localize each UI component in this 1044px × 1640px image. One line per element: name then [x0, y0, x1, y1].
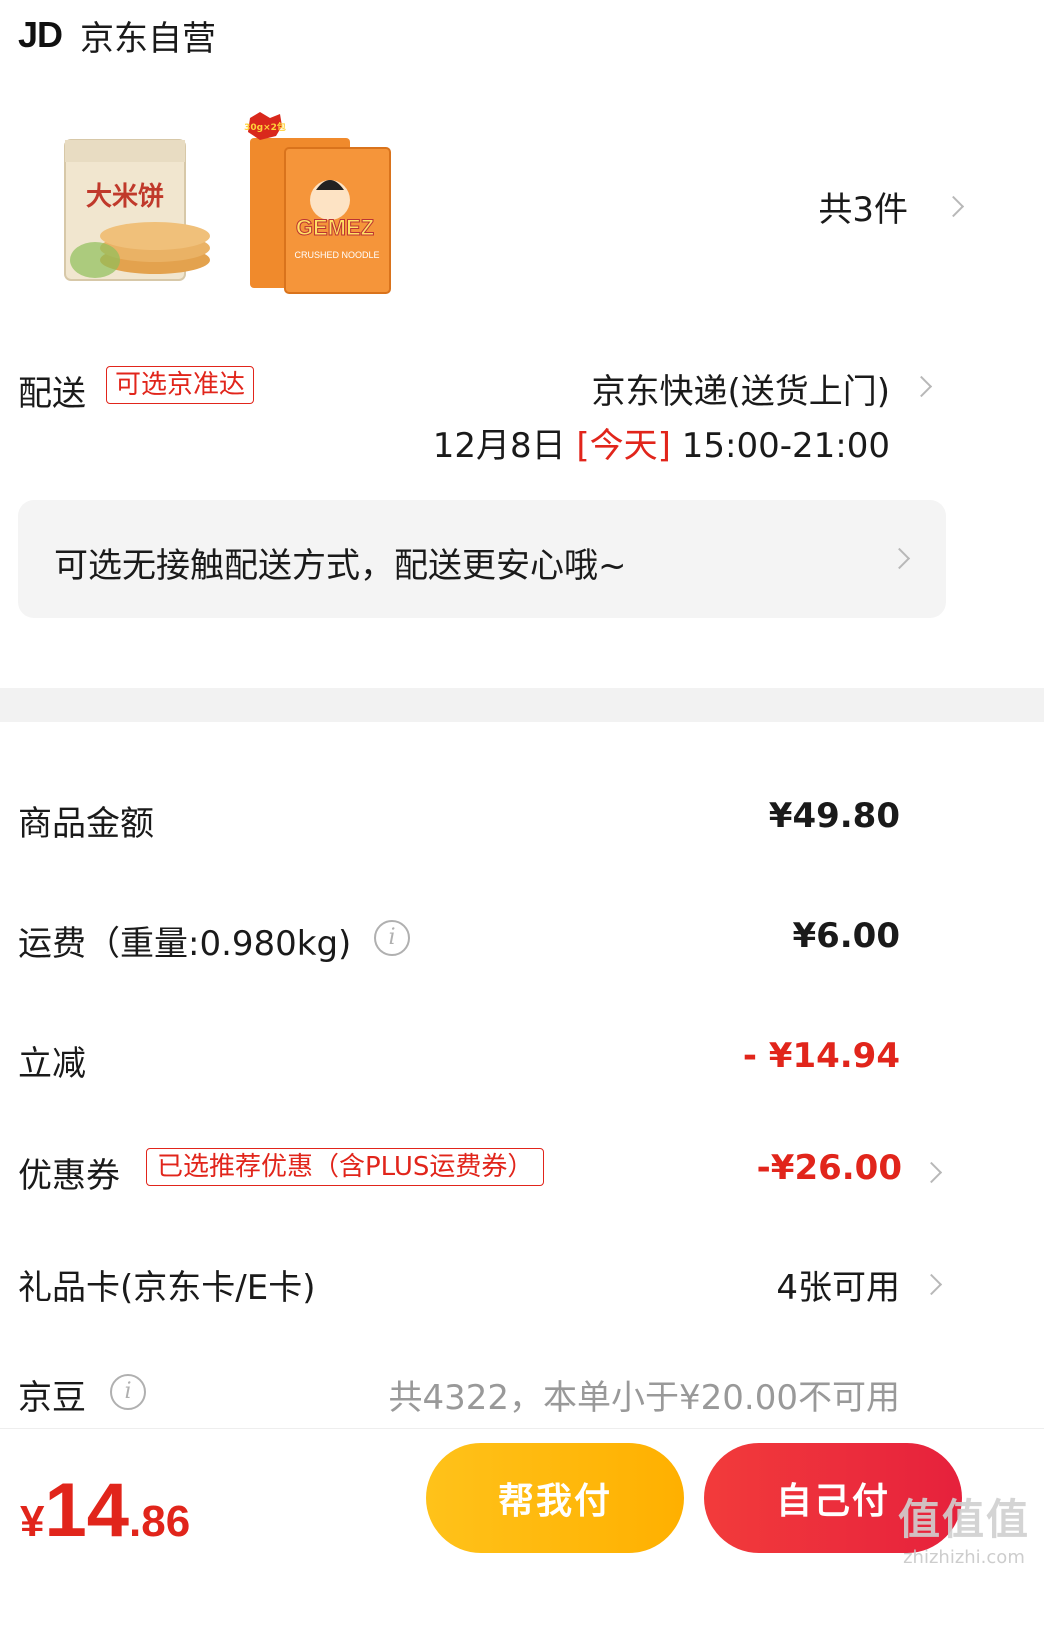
delivery-date: 12月8日	[432, 426, 566, 466]
shipping-fee-row: 运费（重量:0.980kg) i ¥6.00	[18, 908, 1018, 968]
product-list[interactable]: 大米饼 GEMEZ CRUSHED NOODLE 30g×2包 共3件	[30, 110, 990, 310]
total-currency: ¥	[20, 1497, 45, 1546]
goods-amount-label: 商品金额	[18, 804, 154, 844]
info-icon[interactable]: i	[110, 1374, 146, 1410]
card-corner	[984, 650, 1044, 688]
thumb1-badge: 大米饼	[86, 182, 164, 212]
shop-header: JD 京东自营	[18, 10, 216, 60]
total-decimal: .86	[129, 1497, 191, 1546]
jd-beans-label: 京豆	[18, 1378, 86, 1418]
watermark-sub: zhizhizhi.com	[903, 1547, 1025, 1568]
thumb2-badge: 30g×2包	[244, 121, 286, 133]
thumb2-brand: GEMEZ	[296, 215, 374, 240]
info-icon[interactable]: i	[374, 920, 410, 956]
chevron-right-icon	[892, 546, 906, 572]
delivery-today: [今天]	[576, 426, 671, 466]
delivery-time: 12月8日 [今天] 15:00-21:00	[433, 418, 890, 467]
help-pay-button[interactable]: 帮我付	[426, 1443, 684, 1553]
gift-card-label: 礼品卡(京东卡/E卡)	[18, 1268, 316, 1308]
thumb2-sub: CRUSHED NOODLE	[294, 250, 379, 260]
delivery-window: 15:00-21:00	[681, 426, 890, 466]
delivery-option-tag[interactable]: 可选京准达	[106, 366, 255, 404]
delivery-method: 京东快递(送货上门)	[591, 372, 890, 412]
delivery-label: 配送	[18, 374, 86, 414]
total-price: ¥14.86	[20, 1467, 190, 1554]
jd-logo: JD	[18, 14, 63, 55]
goods-amount-value: ¥49.80	[768, 796, 900, 836]
product-thumb-noodle-snack[interactable]: GEMEZ CRUSHED NOODLE 30g×2包	[230, 110, 400, 300]
chevron-right-icon	[946, 194, 960, 220]
product-count-text: 共3件	[818, 190, 908, 230]
product-count[interactable]: 共3件	[818, 182, 960, 231]
coupon-row[interactable]: 优惠券 已选推荐优惠（含PLUS运费券） -¥26.00	[18, 1140, 1018, 1200]
goods-amount-row: 商品金额 ¥49.80	[18, 788, 1018, 848]
shipping-fee-label: 运费（重量:0.980kg)	[18, 924, 352, 964]
contactless-notice[interactable]: 可选无接触配送方式，配送更安心哦~	[18, 500, 946, 618]
jd-beans-value: 共4322，本单小于¥20.00不可用	[388, 1378, 901, 1418]
chevron-right-icon	[914, 374, 928, 400]
checkout-bar: ¥14.86 帮我付 自己付	[0, 1428, 1044, 1640]
coupon-label: 优惠券	[18, 1156, 120, 1196]
shop-name: 京东自营	[80, 18, 217, 59]
instant-discount-label: 立减	[18, 1044, 86, 1084]
notice-text: 可选无接触配送方式，配送更安心哦~	[54, 546, 627, 586]
gift-card-value: 4张可用	[776, 1268, 900, 1308]
chevron-right-icon	[924, 1160, 938, 1186]
coupon-value: -¥26.00	[756, 1148, 902, 1188]
watermark: 值值值 zhizhizhi.com	[898, 1486, 1030, 1568]
watermark-main: 值值值	[897, 1495, 1030, 1544]
shipping-fee-value: ¥6.00	[792, 916, 900, 956]
instant-discount-value: - ¥14.94	[742, 1036, 900, 1076]
section-divider	[0, 688, 1044, 722]
instant-discount-row: 立减 - ¥14.94	[18, 1028, 1018, 1088]
card-corner	[984, 722, 1044, 760]
gift-card-row[interactable]: 礼品卡(京东卡/E卡) 4张可用	[18, 1252, 1018, 1312]
jd-beans-row: 京豆 i 共4322，本单小于¥20.00不可用	[18, 1362, 1018, 1422]
product-thumb-rice-cracker[interactable]: 大米饼	[45, 110, 215, 300]
total-integer: 14	[44, 1468, 130, 1553]
chevron-right-icon	[924, 1272, 938, 1298]
delivery-section[interactable]: 配送 可选京准达 京东快递(送货上门) 12月8日 [今天] 15:00-21:…	[18, 362, 1008, 482]
coupon-tag: 已选推荐优惠（含PLUS运费券）	[146, 1148, 545, 1186]
